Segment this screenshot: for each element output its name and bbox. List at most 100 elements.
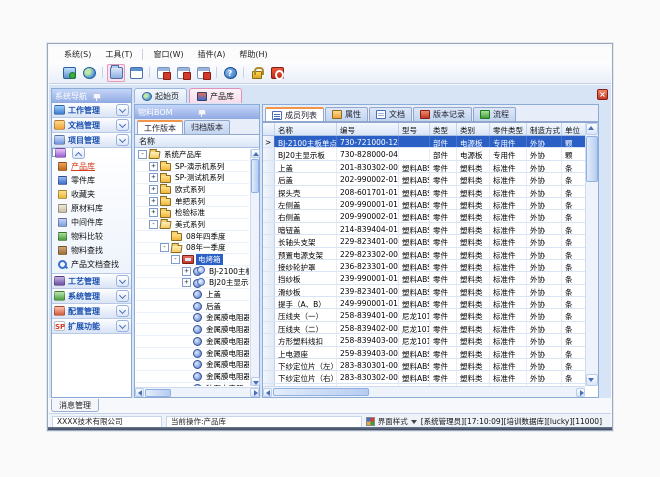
expand-icon[interactable]: + <box>149 173 158 182</box>
lock-button[interactable] <box>248 64 266 82</box>
sidebar-item-5[interactable]: 中间件库 <box>52 215 131 229</box>
tree-item-9[interactable]: -08年一季度 <box>136 243 249 255</box>
connect-button[interactable] <box>60 64 78 82</box>
table-row-5[interactable]: 探头壳208-601701-01X塑料ABS零件塑料类标准件外协条 <box>263 186 585 198</box>
tree-item-10[interactable]: -电烤箱 <box>136 254 249 266</box>
tree-item-7[interactable]: -美式系列 <box>136 219 249 231</box>
grid-vertical-scrollbar[interactable] <box>585 123 598 386</box>
sidebar-item-4[interactable]: 原材料库 <box>52 201 131 215</box>
expand-icon[interactable]: + <box>182 278 191 287</box>
table-row-15[interactable]: 压线夹（一）258-839401-00X尼龙1010零件塑料类标准件外协条 <box>263 309 585 321</box>
sidebar-group-4[interactable]: 产品管理 <box>52 148 61 157</box>
scrollbar-thumb[interactable] <box>145 389 171 397</box>
window-manager-button[interactable] <box>127 64 145 82</box>
pin-icon[interactable] <box>197 108 256 117</box>
table-row-20[interactable]: 下纱定位片（右）283-830302-00X塑料ABS零件塑料类标准件外协条 <box>263 371 585 383</box>
tree-item-14[interactable]: 后盖 <box>136 301 249 313</box>
collapse-icon[interactable]: - <box>138 150 147 159</box>
tree-item-15[interactable]: 金属膜电阻器 <box>136 313 249 325</box>
sidebar-item-8[interactable]: 产品文档查找 <box>52 257 131 271</box>
detail-tab-5[interactable]: 流程 <box>473 107 516 121</box>
table-row-8[interactable]: 暗钮盖214-839404-01X塑料ABS零件塑料类标准件外协条 <box>263 223 585 235</box>
chevron-down-icon[interactable] <box>116 275 129 287</box>
tree-horizontal-scrollbar[interactable] <box>135 387 259 397</box>
tree-item-18[interactable]: 金属膜电阻器 <box>136 348 249 360</box>
table-row-14[interactable]: 提手（A、B）249-990001-01X塑料ABS零件塑料类标准件外协条 <box>263 297 585 309</box>
table-row-18[interactable]: 上电源座259-839403-00X塑料ABS零件塑料类标准件外协条 <box>263 347 585 359</box>
table-row-3[interactable]: 上盖201-830302-00X塑料ABS零件塑料类标准件外协条 <box>263 161 585 173</box>
expand-icon[interactable]: + <box>149 185 158 194</box>
sidebar-item-1[interactable]: 产品库 <box>52 159 131 173</box>
table-row-13[interactable]: 滑纱板239-823401-00X塑料ABS零件塑料类标准件外协条 <box>263 285 585 297</box>
scroll-up-arrow-icon[interactable] <box>586 123 598 135</box>
tree-item-20[interactable]: 金属膜电阻器 <box>136 371 249 383</box>
scrollbar-thumb[interactable] <box>251 159 259 193</box>
help-button[interactable] <box>221 64 239 82</box>
collapse-icon[interactable]: - <box>171 255 180 264</box>
browser-button[interactable] <box>80 64 98 82</box>
tree-item-4[interactable]: +欧式系列 <box>136 184 249 196</box>
close-window-button[interactable] <box>154 64 172 82</box>
expand-icon[interactable]: + <box>149 197 158 206</box>
open-folder-button[interactable] <box>107 64 125 82</box>
scroll-left-arrow-icon[interactable] <box>263 388 272 397</box>
tree-item-2[interactable]: +SP-演示机系列 <box>136 161 249 173</box>
grid-column-header-6[interactable]: 零件类型 <box>490 123 527 135</box>
table-row-12[interactable]: 挡纱板239-990001-01X塑料ABS零件塑料类标准件外协条 <box>263 272 585 284</box>
scroll-up-arrow-icon[interactable] <box>251 149 260 158</box>
tree-item-5[interactable]: +单把系列 <box>136 196 249 208</box>
doc-tab-1[interactable]: 起始页 <box>134 88 187 103</box>
close-tab-button[interactable] <box>597 89 608 100</box>
ui-style-button[interactable]: 界面样式 <box>366 416 417 427</box>
pin-icon[interactable] <box>92 92 129 101</box>
scroll-right-arrow-icon[interactable] <box>576 388 585 397</box>
tree-item-11[interactable]: +BJ-2100主板单点 <box>136 266 249 278</box>
table-row-2[interactable]: BJ20主显示板730-828000-04X部件电源板专用件外协颗 <box>263 148 585 160</box>
sidebar-group-6[interactable]: 系统管理 <box>52 289 131 304</box>
exit-button[interactable] <box>268 64 286 82</box>
sidebar-group-3[interactable]: 项目管理 <box>52 133 131 148</box>
menu-item-5[interactable]: 帮助(H) <box>232 47 274 62</box>
menu-grip-handle[interactable] <box>51 49 54 60</box>
table-row-10[interactable]: 预置电源支架229-823302-00X塑料ABS零件塑料类标准件外协条 <box>263 248 585 260</box>
scrollbar-thumb[interactable] <box>586 136 598 182</box>
table-row-7[interactable]: 右侧盖209-990002-01X塑料ABS零件塑料类标准件外协条 <box>263 210 585 222</box>
grid-column-header-7[interactable]: 制造方式 <box>527 123 562 135</box>
menu-item-3[interactable]: 窗口(W) <box>146 47 190 62</box>
scroll-left-arrow-icon[interactable] <box>135 388 144 397</box>
table-row-9[interactable]: 长轴头支架229-823401-00X塑料ABS零件塑料类标准件外协条 <box>263 235 585 247</box>
sidebar-group-8[interactable]: 扩展功能 <box>52 319 131 334</box>
collapse-icon[interactable]: - <box>160 243 169 252</box>
tree-item-1[interactable]: -系统产品库 <box>136 149 249 161</box>
chevron-down-icon[interactable] <box>116 290 129 302</box>
tree-item-3[interactable]: +SP-测试机系列 <box>136 172 249 184</box>
tree-item-12[interactable]: +BJ20主显示板 <box>136 278 249 290</box>
table-row-11[interactable]: 接纱轮护罩236-823301-00X塑料ABS零件塑料类标准件外协条 <box>263 260 585 272</box>
bom-tab-1[interactable]: 工作版本 <box>137 120 183 134</box>
close-all-windows-button[interactable] <box>174 64 192 82</box>
tree-item-8[interactable]: 08年四季度 <box>136 231 249 243</box>
window-refresh-button[interactable] <box>194 64 212 82</box>
grid-column-header-2[interactable]: 编号 <box>337 123 399 135</box>
expand-icon[interactable]: + <box>149 162 158 171</box>
sidebar-group-1[interactable]: 工作管理 <box>52 103 131 118</box>
table-row-19[interactable]: 下纱定位片（左）283-830301-00X塑料ABS零件塑料类标准件外协条 <box>263 359 585 371</box>
detail-tab-4[interactable]: 版本记录 <box>413 107 472 121</box>
expand-icon[interactable]: + <box>182 267 191 276</box>
tree-column-header[interactable]: 名称 <box>135 135 259 148</box>
detail-tab-2[interactable]: 属性 <box>325 107 368 121</box>
expand-icon[interactable]: + <box>149 208 158 217</box>
tree-item-13[interactable]: 上盖 <box>136 289 249 301</box>
tree-item-16[interactable]: 金属膜电阻器 <box>136 324 249 336</box>
detail-tab-3[interactable]: 文档 <box>369 107 412 121</box>
sidebar-group-5[interactable]: 工艺管理 <box>52 274 131 289</box>
table-row-6[interactable]: 左侧盖209-990001-01X塑料ABS零件塑料类标准件外协条 <box>263 198 585 210</box>
grid-column-header-1[interactable]: 名称 <box>275 123 337 135</box>
sidebar-group-7[interactable]: 配置管理 <box>52 304 131 319</box>
tree-item-17[interactable]: 金属膜电阻器 <box>136 336 249 348</box>
message-management-tab[interactable]: 消息管理 <box>51 399 99 412</box>
grid-horizontal-scrollbar[interactable] <box>263 386 585 397</box>
chevron-down-icon[interactable] <box>116 119 129 131</box>
sidebar-item-7[interactable]: 物料查找 <box>52 243 131 257</box>
chevron-down-icon[interactable] <box>116 134 129 146</box>
